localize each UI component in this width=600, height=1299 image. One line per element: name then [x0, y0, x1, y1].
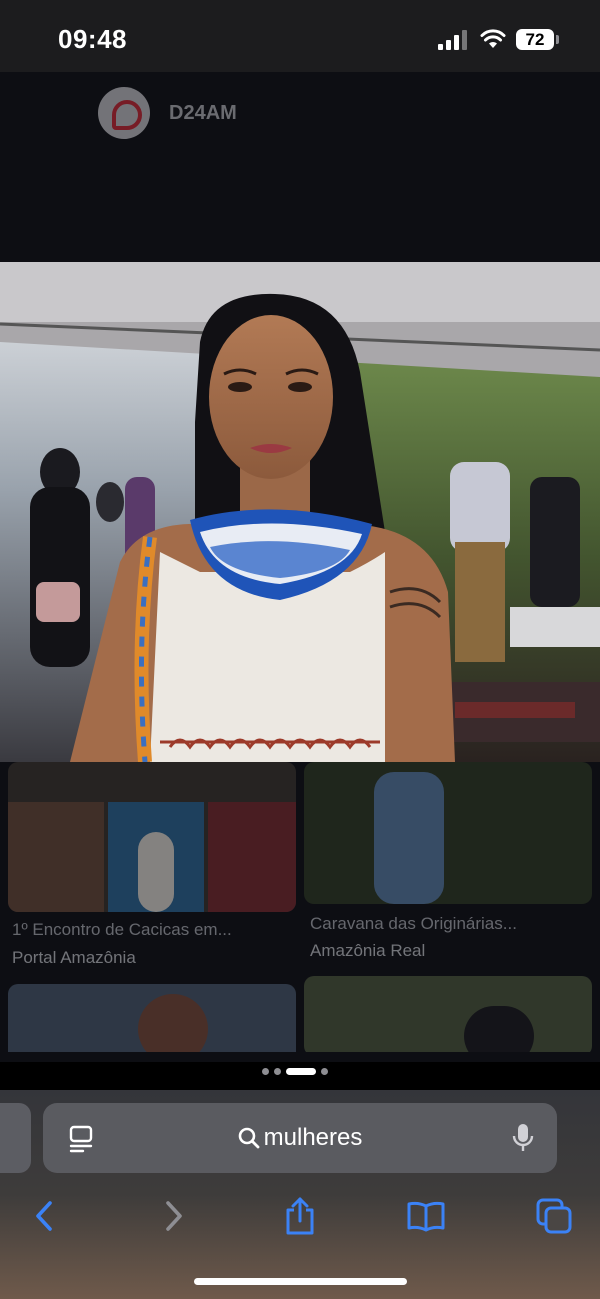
- result-source: Portal Amazônia: [12, 948, 136, 967]
- main-image[interactable]: [0, 262, 600, 762]
- result-title[interactable]: Caravana das Originárias...: [310, 914, 517, 934]
- home-indicator[interactable]: [194, 1278, 407, 1285]
- bookmarks-icon: [407, 1201, 445, 1232]
- browser-toolbar: mulheres: [0, 1090, 600, 1299]
- wifi-icon: [480, 28, 506, 50]
- forward-button[interactable]: [152, 1194, 196, 1238]
- page-indicator: [262, 1066, 328, 1076]
- status-time: 09:48: [58, 24, 127, 54]
- source-logo-icon: [98, 87, 150, 139]
- share-icon: [286, 1197, 314, 1235]
- bookmarks-button[interactable]: [404, 1194, 448, 1238]
- image-results-grid: 1º Encontro de Cacicas em... Portal Amaz…: [0, 762, 600, 1052]
- share-button[interactable]: [278, 1194, 322, 1238]
- microphone-icon[interactable]: [511, 1122, 535, 1154]
- search-query-text: mulheres: [263, 1124, 363, 1151]
- address-text[interactable]: mulheres: [43, 1103, 557, 1173]
- result-thumbnail[interactable]: [8, 762, 296, 912]
- previous-tab-preview[interactable]: [0, 1103, 31, 1173]
- result-source: Amazônia Real: [310, 941, 426, 960]
- back-button[interactable]: [22, 1194, 66, 1238]
- result-title[interactable]: 1º Encontro de Cacicas em...: [12, 920, 232, 940]
- result-thumbnail[interactable]: [304, 976, 592, 1052]
- back-icon: [36, 1201, 52, 1231]
- battery-indicator: 72: [516, 29, 554, 50]
- forward-icon: [166, 1201, 182, 1231]
- page-dot[interactable]: [274, 1067, 281, 1075]
- cellular-signal-icon: [438, 30, 470, 50]
- page-dot[interactable]: [262, 1067, 269, 1075]
- page-dot[interactable]: [321, 1067, 328, 1075]
- page-dot-active[interactable]: [286, 1067, 316, 1075]
- battery-cap: [556, 35, 559, 44]
- source-name: D24AM: [169, 101, 237, 124]
- search-icon: [238, 1127, 260, 1149]
- result-thumbnail[interactable]: [304, 762, 592, 904]
- tabs-icon: [536, 1198, 572, 1234]
- tabs-button[interactable]: [532, 1194, 576, 1238]
- source-row[interactable]: D24AM: [98, 86, 237, 140]
- status-bar: 09:48 72: [0, 0, 600, 72]
- result-thumbnail[interactable]: [8, 984, 296, 1052]
- address-bar[interactable]: mulheres: [43, 1103, 557, 1173]
